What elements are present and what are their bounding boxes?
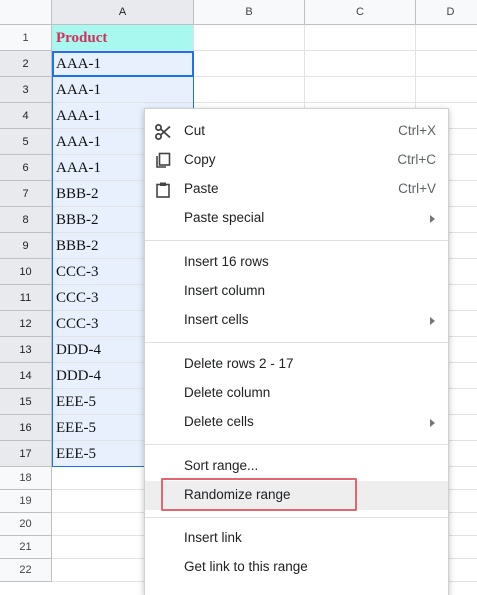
cell-b3[interactable] bbox=[194, 77, 305, 103]
menu-item-insert-cells[interactable]: Insert cells bbox=[145, 306, 448, 335]
row-header-8[interactable]: 8 bbox=[0, 207, 52, 233]
column-header-c[interactable]: C bbox=[305, 0, 416, 25]
row-header-17[interactable]: 17 bbox=[0, 441, 52, 467]
cell-b2[interactable] bbox=[194, 51, 305, 77]
submenu-arrow-icon bbox=[430, 317, 435, 325]
cell-c1[interactable] bbox=[305, 25, 416, 51]
menu-item-delete-cells[interactable]: Delete cells bbox=[145, 408, 448, 437]
cell-a3[interactable]: AAA-1 bbox=[52, 77, 194, 103]
cell-b1[interactable] bbox=[194, 25, 305, 51]
menu-item-sort-range[interactable]: Sort range... bbox=[145, 452, 448, 481]
row-header-10[interactable]: 10 bbox=[0, 259, 52, 285]
menu-item-paste-special[interactable]: Paste special bbox=[145, 204, 448, 233]
menu-item-copy[interactable]: Copy Ctrl+C bbox=[145, 146, 448, 175]
menu-label: Cut bbox=[184, 123, 206, 138]
menu-label: Delete cells bbox=[184, 414, 254, 429]
menu-item-paste[interactable]: Paste Ctrl+V bbox=[145, 175, 448, 204]
menu-shortcut: Ctrl+C bbox=[397, 152, 436, 167]
menu-item-insert-column[interactable]: Insert column bbox=[145, 277, 448, 306]
menu-label: Insert 16 rows bbox=[184, 254, 269, 269]
row-header-18[interactable]: 18 bbox=[0, 467, 52, 490]
clipboard-icon bbox=[154, 181, 172, 199]
menu-label: Sort range... bbox=[184, 458, 259, 473]
copy-icon bbox=[154, 152, 172, 170]
row-header-21[interactable]: 21 bbox=[0, 536, 52, 559]
cell-c2[interactable] bbox=[305, 51, 416, 77]
menu-separator bbox=[145, 444, 448, 445]
menu-label: Delete rows 2 - 17 bbox=[184, 356, 294, 371]
column-header-a[interactable]: A bbox=[52, 0, 194, 25]
select-all-corner[interactable] bbox=[0, 0, 52, 25]
menu-shortcut: Ctrl+V bbox=[398, 181, 436, 196]
menu-label: Copy bbox=[184, 152, 216, 167]
row-header-6[interactable]: 6 bbox=[0, 155, 52, 181]
menu-item-delete-column[interactable]: Delete column bbox=[145, 379, 448, 408]
submenu-arrow-icon bbox=[430, 419, 435, 427]
row-header-5[interactable]: 5 bbox=[0, 129, 52, 155]
menu-item-get-link[interactable]: Get link to this range bbox=[145, 553, 448, 582]
row-header-14[interactable]: 14 bbox=[0, 363, 52, 389]
menu-separator bbox=[145, 240, 448, 241]
menu-separator bbox=[145, 342, 448, 343]
menu-label: Insert link bbox=[184, 530, 242, 545]
row-header-7[interactable]: 7 bbox=[0, 181, 52, 207]
row-header-16[interactable]: 16 bbox=[0, 415, 52, 441]
submenu-arrow-icon bbox=[430, 215, 435, 223]
row-header-3[interactable]: 3 bbox=[0, 77, 52, 103]
menu-separator bbox=[145, 517, 448, 518]
menu-label: Randomize range bbox=[184, 487, 291, 502]
row-header-22[interactable]: 22 bbox=[0, 559, 52, 582]
cell-d2[interactable] bbox=[416, 51, 477, 77]
row-header-4[interactable]: 4 bbox=[0, 103, 52, 129]
scissors-icon bbox=[154, 123, 172, 141]
row-header-9[interactable]: 9 bbox=[0, 233, 52, 259]
column-header-b[interactable]: B bbox=[194, 0, 305, 25]
row-header-2[interactable]: 2 bbox=[0, 51, 52, 77]
row-header-15[interactable]: 15 bbox=[0, 389, 52, 415]
menu-item-randomize-range[interactable]: Randomize range bbox=[145, 481, 448, 510]
menu-label: Paste bbox=[184, 181, 219, 196]
context-menu: Cut Ctrl+X Copy Ctrl+C Paste Ctrl+V Past… bbox=[144, 108, 449, 595]
row-header-13[interactable]: 13 bbox=[0, 337, 52, 363]
menu-shortcut: Ctrl+X bbox=[398, 123, 436, 138]
row-header-19[interactable]: 19 bbox=[0, 490, 52, 513]
cell-d3[interactable] bbox=[416, 77, 477, 103]
column-header-d[interactable]: D bbox=[416, 0, 477, 25]
row-header-12[interactable]: 12 bbox=[0, 311, 52, 337]
menu-label: Insert cells bbox=[184, 312, 249, 327]
cell-c3[interactable] bbox=[305, 77, 416, 103]
menu-item-insert-rows[interactable]: Insert 16 rows bbox=[145, 248, 448, 277]
header-cell-product[interactable]: Product bbox=[52, 25, 194, 51]
row-header-20[interactable]: 20 bbox=[0, 513, 52, 536]
menu-item-cut[interactable]: Cut Ctrl+X bbox=[145, 117, 448, 146]
menu-label: Get link to this range bbox=[184, 559, 308, 574]
menu-item-delete-rows[interactable]: Delete rows 2 - 17 bbox=[145, 350, 448, 379]
row-header-11[interactable]: 11 bbox=[0, 285, 52, 311]
menu-item-insert-link[interactable]: Insert link bbox=[145, 524, 448, 553]
cell-a2[interactable]: AAA-1 bbox=[52, 51, 194, 77]
menu-label: Insert column bbox=[184, 283, 266, 298]
row-header-1[interactable]: 1 bbox=[0, 25, 52, 51]
menu-label: Delete column bbox=[184, 385, 271, 400]
menu-label: Paste special bbox=[184, 210, 265, 225]
cell-d1[interactable] bbox=[416, 25, 477, 51]
